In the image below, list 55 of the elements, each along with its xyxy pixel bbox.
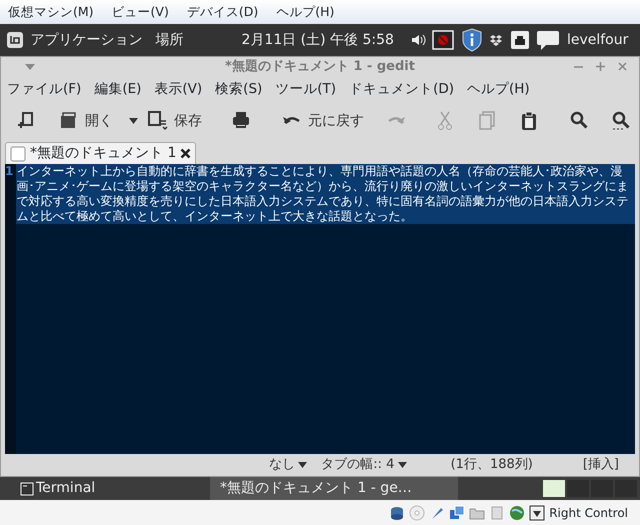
search-icon [570, 111, 590, 131]
info-shield-icon[interactable] [460, 28, 483, 52]
window-menu-icon[interactable] [25, 64, 35, 70]
menu-item[interactable]: 仮想マシン(M) [4, 2, 108, 22]
globe-icon[interactable] [509, 504, 526, 520]
user-name[interactable]: levelfour [566, 30, 628, 50]
menu-item[interactable]: ヘルプ(H) [467, 78, 530, 100]
document-tab[interactable]: *無題のドキュメント 1 [5, 142, 196, 164]
network-adapters-icon[interactable] [449, 504, 466, 520]
places-menu[interactable]: 場所 [156, 30, 184, 50]
copy-icon [478, 111, 498, 131]
menu-item[interactable]: 表示(V) [154, 78, 202, 100]
workspace[interactable] [542, 479, 566, 498]
caret-icon [398, 462, 407, 468]
toolbar-button[interactable]: 保存 [142, 106, 208, 136]
menu-item[interactable]: ビュー(V) [108, 2, 183, 22]
search-replace-icon [612, 111, 632, 131]
menu-item[interactable]: 編集(E) [94, 78, 142, 100]
logo-icon[interactable] [6, 31, 24, 49]
network-icon[interactable] [510, 30, 530, 50]
menu-item[interactable]: ツール(T) [275, 78, 336, 100]
menu-item[interactable]: ファイル(F) [7, 78, 82, 100]
taskbar-item[interactable]: *無題のドキュメント 1 - ge… [210, 477, 458, 500]
menu-item[interactable]: ヘルプ(H) [272, 2, 348, 22]
folder-icon [59, 111, 79, 131]
tab-label: *無題のドキュメント 1 [30, 144, 176, 163]
maximize-icon[interactable] [596, 62, 605, 71]
volume-icon[interactable] [410, 32, 426, 48]
status-dropdown[interactable]: タブの幅:: 4 [321, 455, 407, 475]
applications-menu[interactable]: アプリケーション [30, 30, 142, 50]
document-icon [10, 146, 26, 162]
insert-mode: [挿入] [582, 456, 619, 474]
close-icon[interactable] [180, 148, 192, 159]
status-dropdown[interactable]: なし [268, 455, 308, 475]
blocked-icon[interactable] [432, 30, 454, 50]
line-number: 1 [5, 164, 16, 454]
disk-icon[interactable] [389, 504, 406, 520]
menu-item[interactable]: ドキュメント(D) [349, 78, 454, 100]
window-title: *無題のドキュメント 1 - gedit [225, 58, 415, 76]
toolbar-button[interactable]: 開く [53, 106, 119, 136]
menu-item[interactable]: 検索(S) [215, 78, 262, 100]
dropdown-caret-icon[interactable] [129, 118, 138, 124]
arrow-down-icon[interactable] [529, 504, 546, 520]
caret-icon [298, 462, 308, 468]
dropbox-icon[interactable] [489, 33, 504, 47]
menu-item[interactable]: デバイス(D) [182, 2, 272, 22]
save-icon [148, 111, 168, 131]
printer-icon [232, 111, 252, 131]
chat-icon[interactable] [536, 29, 560, 51]
clock[interactable]: 2月11日 (土) 午後 5:58 [242, 30, 394, 50]
editor-text[interactable]: インターネット上から自動的に辞書を生成することにより、専門用語や話題の人名（存命の芸能人･政治家や、漫画･アニメ･ゲームに登場する架空のキャラクター名など）から、流行り廃りの激しいインターネットスラングにまで対応する高い変換精度を売りにした日本語入力システムであり、特に固有名詞の語彙力が他の日本語入力システムと比べて極めて高いとして、インターネット上で大きな話題となった。 [16, 164, 635, 224]
toolbar-button[interactable]: 元に戻す [276, 106, 370, 136]
cursor-position: (1行、188列) [450, 456, 533, 474]
host-key-label: Right Control [549, 504, 628, 522]
terminal-icon [20, 482, 34, 496]
